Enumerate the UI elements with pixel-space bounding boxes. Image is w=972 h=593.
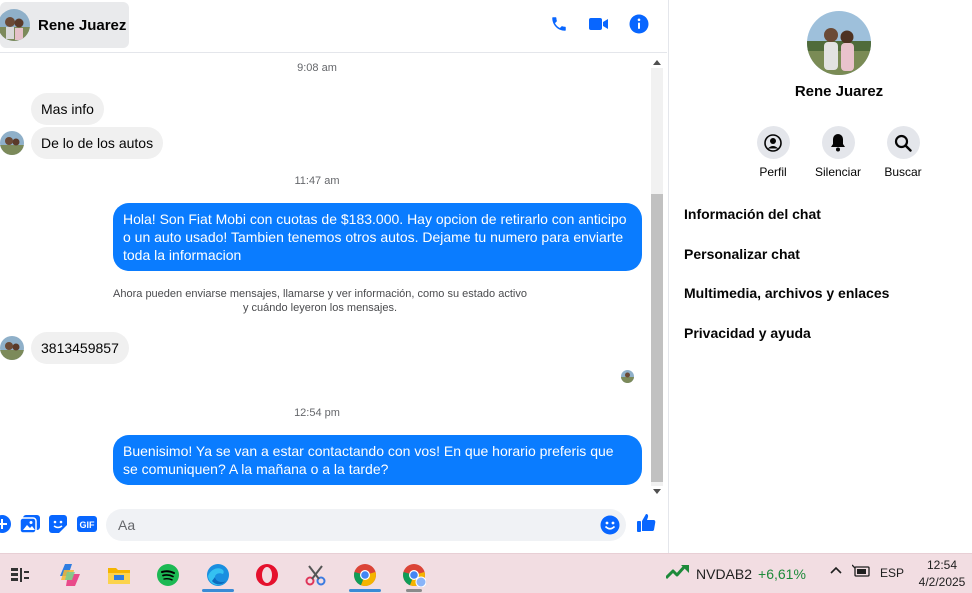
chat-panel: Rene Juarez 9:08 am Mas info De lo de lo…	[0, 0, 667, 553]
sender-avatar	[0, 336, 24, 360]
action-label: Silenciar	[814, 165, 862, 179]
composer: GIF	[0, 505, 667, 545]
action-label: Perfil	[759, 165, 787, 179]
windows-taskbar: NVDAB2 +6,61% ESP 12:54 4/2/2025	[0, 553, 972, 593]
clock-date: 4/2/2025	[918, 575, 966, 589]
file-explorer-icon[interactable]	[99, 558, 139, 592]
gif-icon[interactable]: GIF	[76, 514, 98, 534]
incoming-message[interactable]: 3813459857	[31, 332, 129, 364]
timestamp: 9:08 am	[297, 62, 337, 74]
menu-chat-info[interactable]: Información del chat	[684, 206, 821, 222]
menu-media-files-links[interactable]: Multimedia, archivos y enlaces	[684, 285, 889, 301]
message-input[interactable]	[118, 509, 588, 541]
gif-label: GIF	[80, 520, 96, 530]
message-input-wrapper	[106, 509, 626, 541]
bell-icon[interactable]	[821, 126, 855, 159]
timestamp: 12:54 pm	[294, 407, 340, 419]
action-search[interactable]: Buscar	[871, 126, 935, 179]
timestamp: 11:47 am	[294, 175, 340, 187]
video-call-icon[interactable]	[589, 13, 609, 35]
action-label: Buscar	[884, 165, 922, 179]
chevron-up-icon[interactable]	[829, 563, 843, 580]
read-receipt-avatar	[621, 370, 634, 383]
incoming-message[interactable]: Mas info	[31, 93, 104, 125]
profile-avatar[interactable]	[807, 11, 871, 75]
photo-icon[interactable]	[20, 514, 40, 534]
outgoing-message[interactable]: Hola! Son Fiat Mobi con cuotas de $183.0…	[113, 203, 642, 271]
phone-icon[interactable]	[549, 13, 569, 35]
snipping-tool-icon[interactable]	[296, 558, 336, 592]
chrome-icon[interactable]	[345, 558, 385, 592]
emoji-icon[interactable]	[600, 515, 620, 535]
action-profile[interactable]: Perfil	[741, 126, 805, 179]
scroll-thumb[interactable]	[651, 194, 663, 482]
conversation-info-panel: Rene Juarez Perfil Silenciar Buscar Info…	[668, 0, 972, 553]
action-mute[interactable]: Silenciar	[806, 126, 870, 179]
sticker-icon[interactable]	[48, 514, 68, 534]
contact-header-button[interactable]: Rene Juarez	[0, 2, 129, 48]
menu-customize-chat[interactable]: Personalizar chat	[684, 246, 800, 262]
clock-time: 12:54	[926, 558, 958, 572]
thumbs-up-icon[interactable]	[637, 513, 657, 533]
menu-privacy-help[interactable]: Privacidad y ayuda	[684, 325, 811, 341]
profile-name: Rene Juarez	[794, 83, 884, 100]
chrome-profile-icon[interactable]	[394, 558, 434, 592]
message-scrollbar[interactable]	[650, 56, 664, 498]
message-list[interactable]: 9:08 am Mas info De lo de los autos 11:4…	[0, 54, 650, 500]
scroll-down-arrow[interactable]	[653, 489, 661, 494]
privacy-notice-line: y cuándo leyeron los mensajes.	[242, 302, 398, 314]
stock-chart-icon	[664, 564, 690, 583]
privacy-notice-line: Ahora pueden enviarse mensajes, llamarse…	[113, 288, 527, 300]
search-icon[interactable]	[886, 126, 920, 159]
copilot-icon[interactable]	[50, 558, 90, 592]
profile-icon[interactable]	[756, 126, 790, 159]
spotify-icon[interactable]	[148, 558, 188, 592]
chat-header: Rene Juarez	[0, 0, 667, 53]
sender-avatar	[0, 131, 24, 155]
contact-avatar	[0, 9, 30, 41]
header-actions	[549, 13, 649, 35]
language-indicator[interactable]: ESP	[880, 566, 904, 580]
stock-ticker: NVDAB2	[696, 565, 753, 582]
outgoing-message[interactable]: Buenisimo! Ya se van a estar contactando…	[113, 435, 642, 485]
info-icon[interactable]	[629, 13, 649, 35]
contact-name: Rene Juarez	[38, 16, 127, 34]
task-view-icon[interactable]	[0, 558, 40, 592]
opera-icon[interactable]	[247, 558, 287, 592]
privacy-notice: Ahora pueden enviarse mensajes, llamarse…	[110, 287, 530, 315]
system-clock[interactable]: 12:54 4/2/2025	[914, 557, 970, 591]
more-actions-icon[interactable]	[0, 514, 12, 534]
scroll-up-arrow[interactable]	[653, 60, 661, 65]
battery-network-icon[interactable]	[851, 564, 870, 581]
stock-change: +6,61%	[758, 565, 806, 582]
stock-widget[interactable]: NVDAB2 +6,61%	[664, 564, 806, 583]
edge-icon[interactable]	[198, 558, 238, 592]
incoming-message[interactable]: De lo de los autos	[31, 127, 164, 159]
